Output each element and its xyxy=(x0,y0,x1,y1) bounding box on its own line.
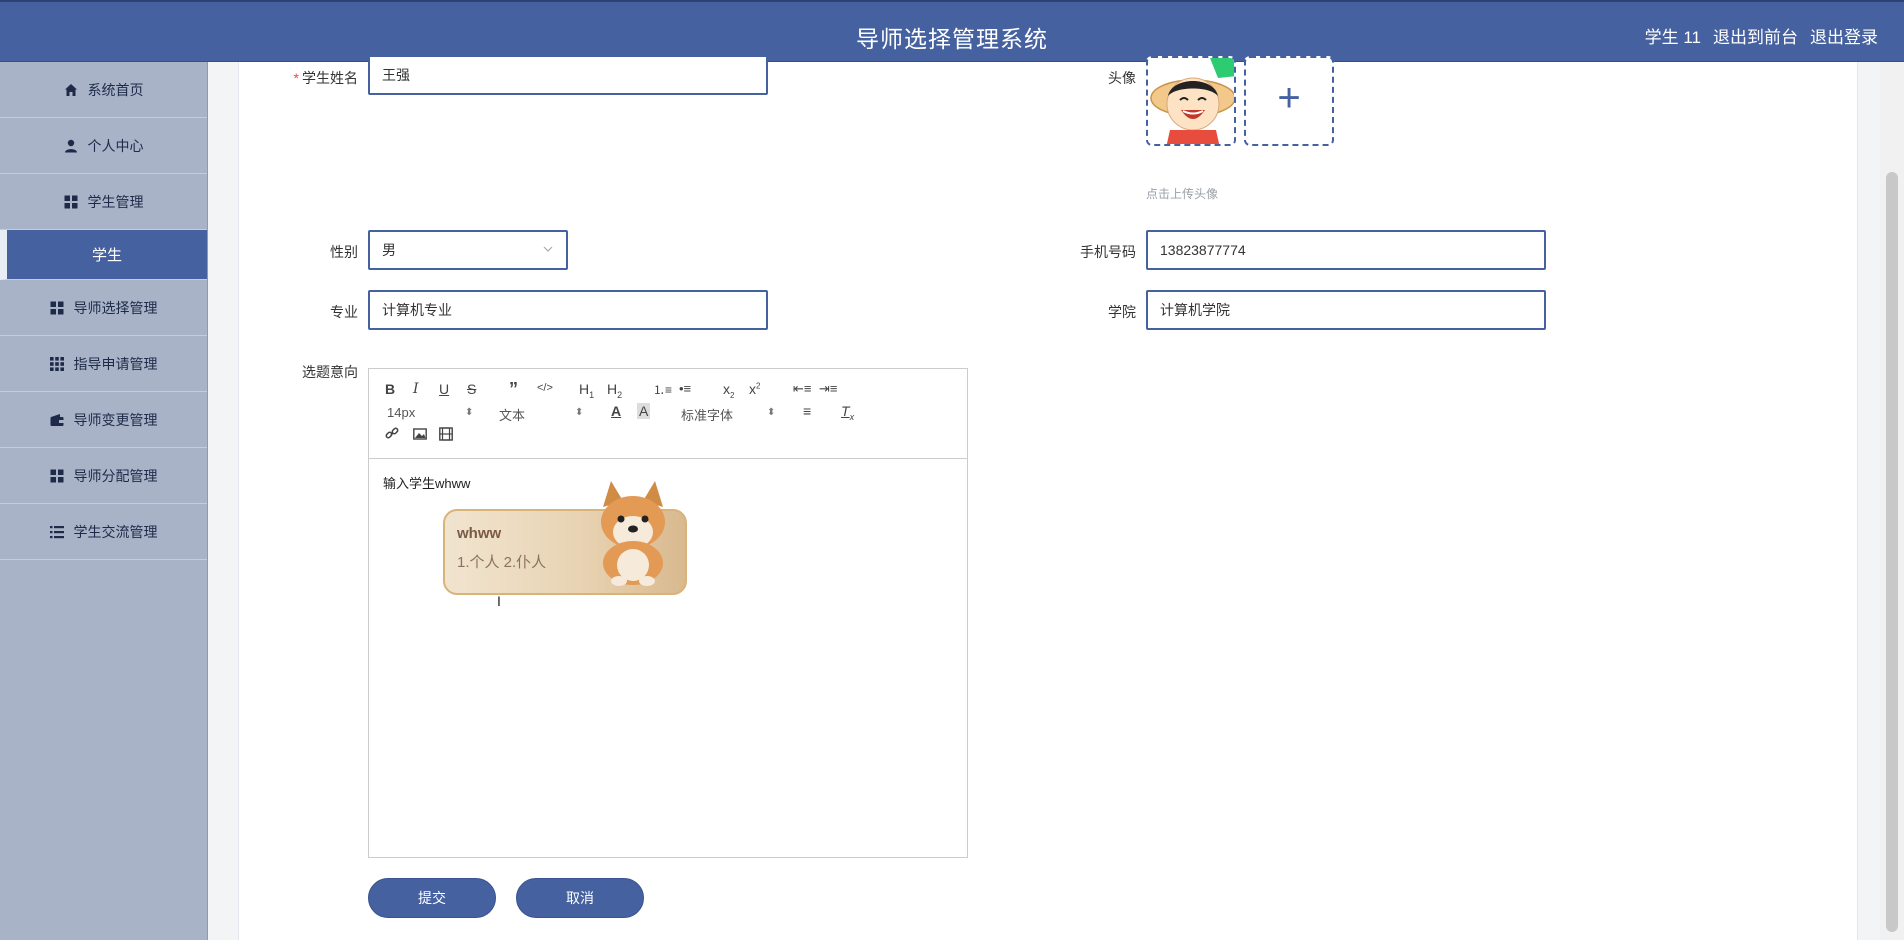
app-title: 导师选择管理系统 xyxy=(856,26,1048,52)
sticker-options: 1.个人 2.仆人 xyxy=(457,554,547,571)
sidebar-item-profile[interactable]: 个人中心 xyxy=(0,118,207,174)
name-label: * 学生姓名 xyxy=(293,70,358,86)
italic-icon[interactable]: I xyxy=(413,381,419,397)
sidebar-item-advisor-allocation[interactable]: 导师分配管理 xyxy=(0,448,207,504)
background-color-icon[interactable]: A xyxy=(637,403,651,419)
chevron-down-icon xyxy=(542,243,554,258)
font-family-select[interactable]: 标准字体 ⬍ xyxy=(681,405,775,424)
sidebar: 系统首页 个人中心 学生管理 学生 导师选择管理 指导申请管理 导师变更管理 导… xyxy=(0,62,208,940)
image-icon[interactable] xyxy=(413,427,427,444)
cancel-button[interactable]: 取消 xyxy=(516,878,644,918)
sidebar-item-advisor-selection[interactable]: 导师选择管理 xyxy=(0,280,207,336)
clear-format-icon[interactable]: Tx xyxy=(841,403,854,422)
block-type-select[interactable]: 文本 ⬍ xyxy=(499,405,583,424)
sidebar-item-label: 学生管理 xyxy=(87,193,144,210)
bullet-list-icon[interactable]: •≡ xyxy=(679,381,691,396)
college-input[interactable]: 计算机学院 xyxy=(1146,290,1546,330)
scrollbar-thumb[interactable] xyxy=(1886,172,1898,932)
align-icon[interactable]: ≡ xyxy=(803,403,811,419)
video-icon[interactable] xyxy=(439,427,453,444)
sidebar-item-label: 导师变更管理 xyxy=(73,411,158,428)
major-label: 专业 xyxy=(330,304,358,320)
list-icon xyxy=(49,525,64,539)
sidebar-item-student-exchange[interactable]: 学生交流管理 xyxy=(0,504,207,560)
sidebar-item-label: 个人中心 xyxy=(87,137,144,154)
sidebar-item-label: 系统首页 xyxy=(87,81,144,98)
avatar-hint: 点击上传头像 xyxy=(1146,187,1219,201)
sidebar-item-label: 导师分配管理 xyxy=(73,467,158,484)
gender-select[interactable]: 男 xyxy=(368,230,568,270)
updown-icon: ⬍ xyxy=(575,407,584,418)
wallet-icon xyxy=(50,413,64,427)
header-actions: 学生 11 退出到前台 退出登录 xyxy=(1645,23,1878,48)
page-scrollbar[interactable] xyxy=(1880,62,1904,940)
plus-icon: + xyxy=(1277,76,1301,120)
apps-icon xyxy=(49,356,64,371)
avatar-upload-button[interactable]: + xyxy=(1244,56,1334,146)
current-user: 学生 11 xyxy=(1644,28,1701,47)
avatar-preview[interactable] xyxy=(1146,56,1236,146)
phone-input[interactable]: 13823877774 xyxy=(1146,230,1546,270)
updown-icon: ⬍ xyxy=(767,407,776,418)
text-cursor-icon: I xyxy=(497,593,501,609)
sidebar-item-student[interactable]: 学生 xyxy=(0,230,207,280)
avatar-label: 头像 xyxy=(1108,70,1136,86)
font-size-select[interactable]: 14px ⬍ xyxy=(387,405,473,420)
rich-text-editor: B I U S ” </> H1 H2 ⒈≡ •≡ x2 x2 ⇤≡ ⇥≡ 14… xyxy=(368,368,968,858)
major-input[interactable]: 计算机专业 xyxy=(368,290,768,330)
updown-icon: ⬍ xyxy=(465,407,474,418)
font-color-icon[interactable]: A xyxy=(611,403,621,419)
logout-link[interactable]: 退出登录 xyxy=(1810,23,1878,48)
sidebar-item-label: 导师选择管理 xyxy=(73,299,158,316)
bold-icon[interactable]: B xyxy=(385,381,395,397)
sidebar-item-advisor-change[interactable]: 导师变更管理 xyxy=(0,392,207,448)
editor-toolbar: B I U S ” </> H1 H2 ⒈≡ •≡ x2 x2 ⇤≡ ⇥≡ 14… xyxy=(369,369,967,459)
topic-label: 选题意向 xyxy=(302,364,358,380)
shiba-dog-image xyxy=(601,481,665,586)
home-icon xyxy=(64,83,78,97)
sidebar-item-home[interactable]: 系统首页 xyxy=(0,62,207,118)
user-icon xyxy=(64,139,78,153)
strikethrough-icon[interactable]: S xyxy=(467,381,476,397)
college-label: 学院 xyxy=(1108,304,1136,320)
grid-icon xyxy=(50,301,64,315)
link-icon[interactable] xyxy=(385,427,399,444)
subscript-icon[interactable]: x2 xyxy=(723,381,734,400)
sidebar-item-label: 指导申请管理 xyxy=(73,355,158,372)
blockquote-icon[interactable]: ” xyxy=(509,379,518,400)
underline-icon[interactable]: U xyxy=(439,381,449,397)
sidebar-item-label: 学生 xyxy=(91,247,122,264)
top-header: 导师选择管理系统 学生 11 退出到前台 退出登录 xyxy=(0,0,1904,62)
grid-icon xyxy=(64,195,78,209)
submit-button[interactable]: 提交 xyxy=(368,878,496,918)
sidebar-item-student-management[interactable]: 学生管理 xyxy=(0,174,207,230)
phone-label: 手机号码 xyxy=(1080,244,1136,260)
sticker-title: whww xyxy=(457,525,502,542)
superscript-icon[interactable]: x2 xyxy=(749,381,760,397)
grid-icon xyxy=(50,469,64,483)
heading1-icon[interactable]: H1 xyxy=(579,381,594,400)
heading2-icon[interactable]: H2 xyxy=(607,381,622,400)
avatar-image xyxy=(1148,58,1234,144)
indent-icon[interactable]: ⇥≡ xyxy=(819,381,837,397)
outdent-icon[interactable]: ⇤≡ xyxy=(793,381,811,397)
name-input[interactable]: 王强 xyxy=(368,55,768,95)
exit-to-front-link[interactable]: 退出到前台 xyxy=(1713,23,1798,48)
editor-content[interactable]: 输入学生whww whww 1.个人 2.仆人 I xyxy=(369,459,967,857)
code-icon[interactable]: </> xyxy=(537,382,553,394)
sidebar-item-guidance-application[interactable]: 指导申请管理 xyxy=(0,336,207,392)
sidebar-item-label: 学生交流管理 xyxy=(73,523,158,540)
dog-sticker-image: whww 1.个人 2.仆人 xyxy=(443,481,687,595)
ordered-list-icon[interactable]: ⒈≡ xyxy=(653,381,672,398)
gender-label: 性别 xyxy=(330,244,358,260)
